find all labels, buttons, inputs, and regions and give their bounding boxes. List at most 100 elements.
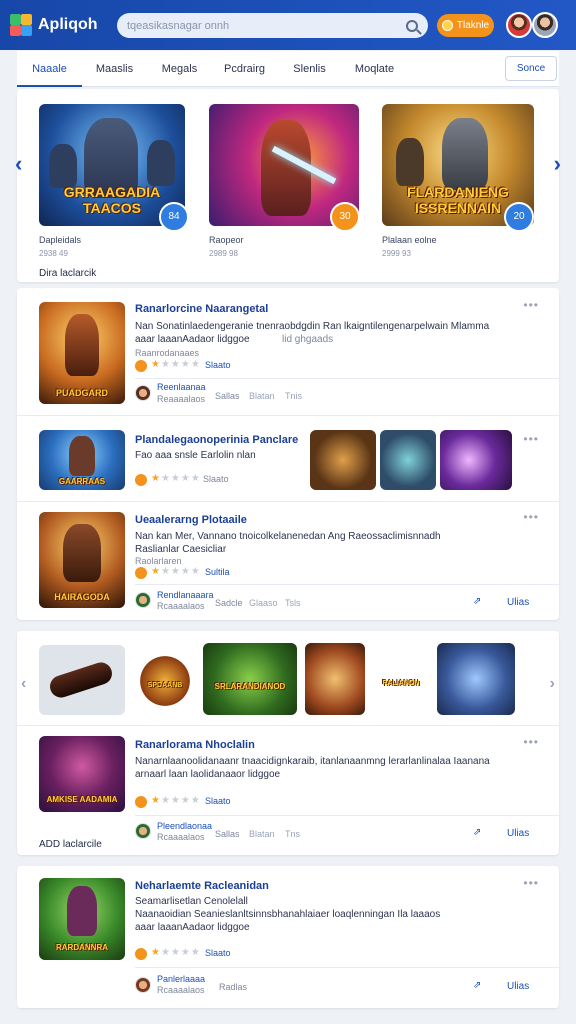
game-desc-4b: arnaarl laan laolidanaaor lidggoe — [135, 769, 281, 780]
more-icon[interactable]: ••• — [523, 876, 539, 890]
carousel-prev-icon[interactable]: ‹ — [15, 151, 22, 177]
user-avatar-1[interactable] — [135, 385, 151, 401]
avatar[interactable] — [506, 12, 532, 38]
action-4a[interactable]: Sallas — [215, 829, 240, 839]
action-5a[interactable]: Radlas — [219, 982, 247, 992]
tab-6[interactable]: Moqlate — [342, 51, 407, 87]
featured-caption-1: Dapleidals — [39, 235, 82, 245]
game-art-2[interactable]: GAARRAAS — [39, 430, 125, 490]
strip-item-2[interactable]: SPDAANB — [135, 653, 195, 709]
featured-caption-3: Plalaan eolne — [382, 235, 437, 245]
game-title-2[interactable]: Plandalegaonoperinia Panclare — [135, 434, 298, 446]
action-3b[interactable]: Glaaso — [249, 598, 278, 608]
share-label-3[interactable]: Ulias — [507, 597, 529, 608]
app-logo[interactable]: Apliqoh — [10, 14, 118, 36]
action-4c[interactable]: Tns — [285, 829, 300, 839]
rank-icon — [135, 567, 147, 579]
more-icon[interactable]: ••• — [523, 735, 539, 749]
user-sub-4: Rcaaaalaos — [157, 832, 205, 842]
featured-sub-3: 2999 93 — [382, 249, 411, 258]
game-art-title-4: AMKISE AADAMIA — [46, 795, 118, 804]
action-3c[interactable]: Tsls — [285, 598, 301, 608]
user-name-4[interactable]: Pleendlaonaa — [157, 821, 212, 831]
logo-icon — [10, 14, 32, 36]
strip-prev-icon[interactable]: ‹ — [21, 675, 26, 693]
share-label-5[interactable]: Ulias — [507, 981, 529, 992]
strip-item-3[interactable]: SRLARANDIANOD — [203, 643, 297, 715]
more-icon[interactable]: ••• — [523, 432, 539, 446]
rank-icon — [135, 948, 147, 960]
search-placeholder: tqeasikasnagar onnh — [127, 19, 230, 32]
rank-icon — [135, 796, 147, 808]
thumb-2a[interactable] — [310, 430, 376, 490]
user-avatar-4[interactable] — [135, 823, 151, 839]
share-label-4[interactable]: Ulias — [507, 828, 529, 839]
game-desc-4: Nanarnlaanoolidanaanr tnaacidignkaraib, … — [135, 756, 490, 767]
tab-3[interactable]: Megals — [147, 51, 212, 87]
share-icon[interactable]: ⇗ — [473, 827, 481, 838]
more-icon[interactable]: ••• — [523, 298, 539, 312]
tab-action-button[interactable]: Sonce — [505, 56, 557, 81]
rank-icon — [135, 360, 147, 372]
game-strip-card: ‹ › SPDAANB SRLARANDIANOD RALIANON AMKIS… — [17, 631, 559, 855]
game-desc-1b: aaar laaanAadaor lidggoe — [135, 334, 250, 345]
strip-item-1[interactable] — [39, 645, 125, 715]
action-4b[interactable]: Blatan — [249, 829, 275, 839]
strip-item-4[interactable] — [305, 643, 365, 715]
strip-next-icon[interactable]: › — [550, 675, 555, 693]
user-name-3[interactable]: Rendlanaaara — [157, 590, 214, 600]
action-1b[interactable]: Blatan — [249, 391, 275, 401]
game-title-4[interactable]: Ranarlorama Nhoclalin — [135, 739, 255, 751]
tab-5[interactable]: Slenlis — [277, 51, 342, 87]
user-avatar-5[interactable] — [135, 977, 151, 993]
game-art-5[interactable]: RARDANNRA — [39, 878, 125, 960]
game-desc-5c: aaar laaanAadaor lidggoe — [135, 922, 250, 933]
tab-bar: Naaale Maaslis Megals Pcdrairg Slenlis M… — [17, 51, 559, 87]
more-icon[interactable]: ••• — [523, 510, 539, 524]
featured-caption-2: Raopeor — [209, 235, 244, 245]
thumb-2c[interactable] — [440, 430, 512, 490]
game-desc-2: Fao aaa snsle Earlolin nlan — [135, 450, 256, 461]
game-art-title-5: RARDANNRA — [56, 943, 108, 952]
strip-label-3: RALIANON — [382, 680, 420, 687]
app-name: Apliqoh — [38, 16, 98, 33]
thumb-2b[interactable] — [380, 430, 436, 490]
user-sub-5: Rcaaaalaos — [157, 985, 205, 995]
game-art-title-2: GAARRAAS — [58, 477, 106, 486]
game-title-5[interactable]: Neharlaemte Racleanidan — [135, 880, 269, 892]
game-desc-1c: lid ghgaads — [282, 334, 334, 345]
featured-carousel: ‹ › GRRAAGADIA TAACOS 84 Dapleidals 2938… — [15, 89, 561, 282]
tab-home[interactable]: Naaale — [17, 51, 82, 87]
tab-4[interactable]: Pcdrairg — [212, 51, 277, 87]
rating-stars-2: ★★★★★ — [151, 473, 201, 484]
strip-item-6[interactable] — [437, 643, 515, 715]
rating-label-2: Slaato — [203, 474, 229, 484]
game-title-3[interactable]: Ueaalerarng Plotaaile — [135, 514, 247, 526]
game-desc-1: Nan Sonatinlaedengeranie tnenraobdgdin R… — [135, 321, 490, 332]
coin-icon — [441, 20, 453, 31]
featured-badge-2: 30 — [330, 202, 360, 232]
action-3a[interactable]: Sadcle — [215, 598, 243, 608]
game-art-title-1: PUADGARD — [55, 388, 108, 398]
action-1a[interactable]: Sallas — [215, 391, 240, 401]
user-sub-1: Reaaaalaos — [157, 394, 206, 404]
action-1c[interactable]: Tnis — [285, 391, 302, 401]
game-art-3[interactable]: HAIRAGODA — [39, 512, 125, 608]
user-avatar-3[interactable] — [135, 592, 151, 608]
game-art-4[interactable]: AMKISE AADAMIA — [39, 736, 125, 812]
coins-button[interactable]: Tlaknle — [437, 14, 494, 37]
user-name-5[interactable]: Panlerlaaaa — [157, 974, 205, 984]
user-name-1[interactable]: Reenlaanaa — [157, 382, 206, 392]
strip-item-5[interactable]: RALIANON — [373, 653, 429, 709]
featured-badge-3: 20 — [504, 202, 534, 232]
share-icon[interactable]: ⇗ — [473, 596, 481, 607]
game-art-1[interactable]: PUADGARD — [39, 302, 125, 404]
section-label-2: ADD laclarcile — [39, 839, 102, 850]
tab-2[interactable]: Maaslis — [82, 51, 147, 87]
search-input[interactable]: tqeasikasnagar onnh — [117, 13, 428, 38]
avatar-secondary[interactable] — [532, 12, 558, 38]
carousel-next-icon[interactable]: › — [554, 151, 561, 177]
share-icon[interactable]: ⇗ — [473, 980, 481, 991]
game-title-1[interactable]: Ranarlorcine Naarangetal — [135, 303, 268, 315]
search-icon[interactable] — [406, 19, 418, 32]
